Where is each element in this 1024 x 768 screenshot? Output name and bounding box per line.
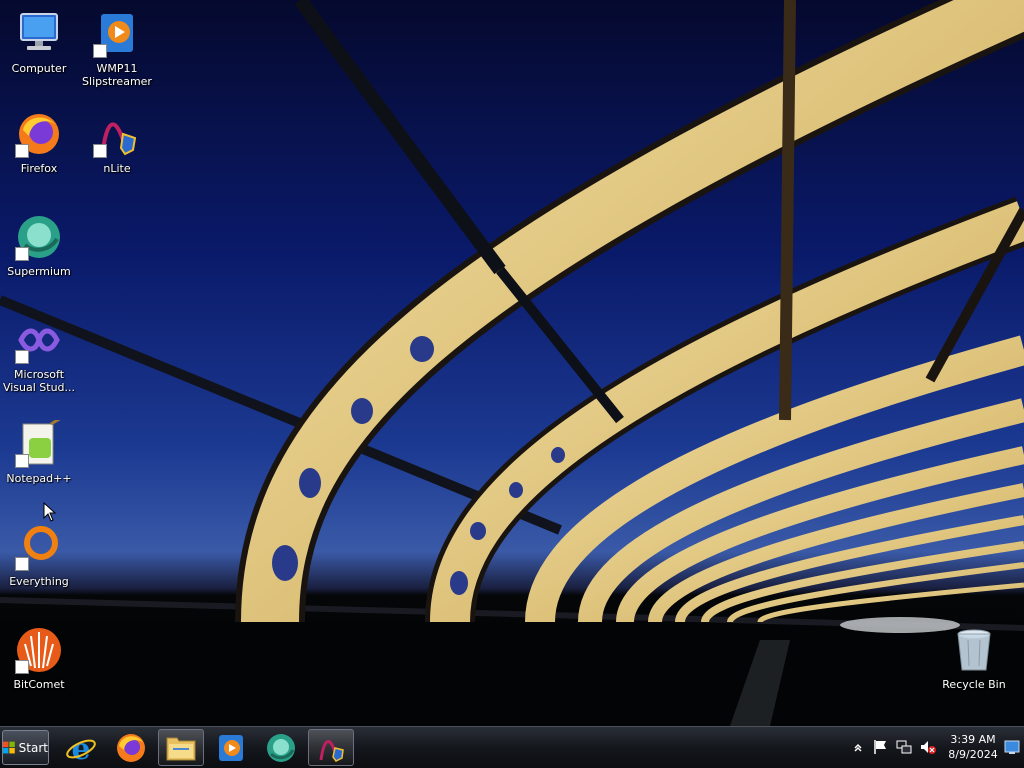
computer-icon: [15, 10, 63, 58]
start-button[interactable]: Start: [2, 730, 49, 765]
internet-explorer-icon: e: [66, 732, 96, 764]
desktop-icon-computer[interactable]: Computer: [0, 10, 81, 75]
desktop-icon-label: Everything: [9, 575, 69, 588]
desktop-icon-recycle-bin[interactable]: Recycle Bin: [932, 626, 1016, 691]
desktop-icon-nlite[interactable]: nLite: [75, 110, 159, 175]
shortcut-arrow-icon: [15, 660, 29, 674]
windows-logo-icon: [3, 741, 15, 753]
volume-muted-icon[interactable]: [920, 739, 936, 755]
desktop-icon-label: Computer: [11, 62, 67, 75]
desktop[interactable]: Computer WMP11 Slipstreamer Firefox nLit…: [0, 0, 1024, 726]
desktop-icon-everything[interactable]: Everything: [0, 523, 81, 588]
desktop-icon-visual-studio[interactable]: Microsoft Visual Stud...: [0, 316, 81, 394]
shortcut-arrow-icon: [15, 350, 29, 364]
firefox-icon: [117, 733, 145, 762]
mouse-pointer-icon: [43, 502, 57, 522]
start-label: Start: [18, 740, 48, 755]
firefox-icon: [15, 110, 63, 158]
desktop-icon-label: Firefox: [20, 162, 58, 175]
supermium-icon: [267, 733, 295, 762]
svg-text:e: e: [71, 732, 90, 764]
desktop-icon-label: Microsoft Visual Stud...: [2, 368, 76, 394]
wallpaper-bridge-image: [0, 0, 1024, 726]
network-icon[interactable]: [896, 739, 912, 755]
taskbar-nlite[interactable]: [308, 729, 354, 766]
shortcut-arrow-icon: [15, 247, 29, 261]
bitcomet-icon: [15, 626, 63, 674]
desktop-icon-wmp11-slipstreamer[interactable]: WMP11 Slipstreamer: [75, 10, 159, 88]
desktop-icon-bitcomet[interactable]: BitComet: [0, 626, 81, 691]
file-explorer-icon: [166, 737, 196, 760]
taskbar-windows-media-player[interactable]: [208, 729, 254, 766]
everything-icon: [15, 523, 63, 571]
taskbar: Start e 3:39 AM 8/9/2024: [0, 726, 1024, 768]
taskbar-supermium[interactable]: [258, 729, 304, 766]
wmp11-slipstreamer-icon: [93, 10, 141, 58]
desktop-icon-label: Recycle Bin: [942, 678, 1006, 691]
show-desktop-icon[interactable]: [1004, 739, 1020, 755]
shortcut-arrow-icon: [15, 144, 29, 158]
nlite-icon: [319, 739, 344, 762]
supermium-icon: [15, 213, 63, 261]
taskbar-firefox[interactable]: [108, 729, 154, 766]
desktop-icon-label: WMP11 Slipstreamer: [82, 62, 152, 88]
shortcut-arrow-icon: [93, 144, 107, 158]
desktop-icon-label: Supermium: [7, 265, 71, 278]
clock-date: 8/9/2024: [948, 748, 998, 761]
nlite-icon: [93, 110, 141, 158]
taskbar-clock[interactable]: 3:39 AM 8/9/2024: [944, 732, 1002, 762]
windows-media-player-icon: [219, 734, 243, 761]
shortcut-arrow-icon: [15, 454, 29, 468]
desktop-icon-label: BitComet: [13, 678, 65, 691]
action-center-flag-icon[interactable]: [872, 739, 888, 755]
notepad-plus-plus-icon: [15, 416, 63, 468]
desktop-icon-firefox[interactable]: Firefox: [0, 110, 81, 175]
taskbar-internet-explorer[interactable]: e: [58, 729, 104, 766]
desktop-icon-supermium[interactable]: Supermium: [0, 213, 81, 278]
desktop-icon-label: nLite: [103, 162, 131, 175]
shortcut-arrow-icon: [15, 557, 29, 571]
visual-studio-icon: [15, 316, 63, 364]
desktop-icon-label: Notepad++: [6, 472, 72, 485]
taskbar-file-explorer[interactable]: [158, 729, 204, 766]
desktop-icon-notepad-plus-plus[interactable]: Notepad++: [0, 416, 81, 485]
shortcut-arrow-icon: [93, 44, 107, 58]
show-hidden-icons-chevron-icon[interactable]: [850, 739, 866, 755]
clock-time: 3:39 AM: [950, 733, 996, 746]
recycle-bin-icon: [950, 626, 998, 674]
